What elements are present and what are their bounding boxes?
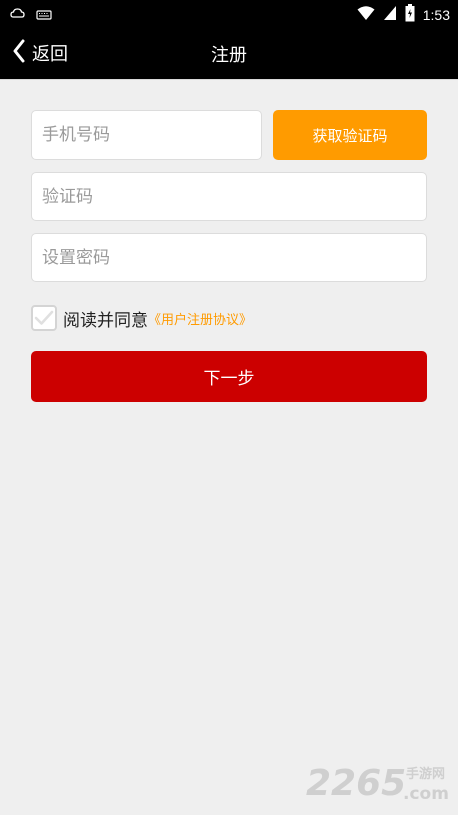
wifi-icon [357, 5, 375, 25]
verification-code-input[interactable] [32, 173, 426, 220]
password-field-box [31, 233, 427, 282]
status-bar: 1:53 [0, 0, 458, 28]
checkmark-icon [34, 310, 54, 325]
agreement-row: 阅读并同意 《用户注册协议》 [31, 304, 252, 332]
battery-icon [405, 4, 415, 26]
notification-icon [10, 6, 26, 25]
divider [0, 79, 458, 80]
agree-label: 阅读并同意 [63, 310, 148, 331]
watermark-domain: .com [403, 784, 449, 804]
get-code-button[interactable]: 获取验证码 [273, 110, 427, 160]
watermark-site: 手游网 [406, 766, 445, 782]
phone-field-box [31, 110, 262, 160]
title-bar: 返回 注册 [0, 28, 458, 79]
status-time: 1:53 [422, 7, 450, 23]
watermark-brand: 2265 [306, 763, 406, 804]
next-step-button[interactable]: 下一步 [31, 351, 427, 402]
signal-icon [383, 5, 397, 25]
code-field-box [31, 172, 427, 221]
agreement-link[interactable]: 《用户注册协议》 [148, 309, 252, 328]
keyboard-icon [36, 6, 52, 25]
agree-checkbox[interactable] [31, 305, 57, 331]
phone-input[interactable] [32, 111, 261, 159]
site-logo-watermark: 2265 手游网 .com [306, 763, 449, 804]
page-title: 注册 [211, 45, 247, 66]
password-input[interactable] [32, 234, 426, 281]
